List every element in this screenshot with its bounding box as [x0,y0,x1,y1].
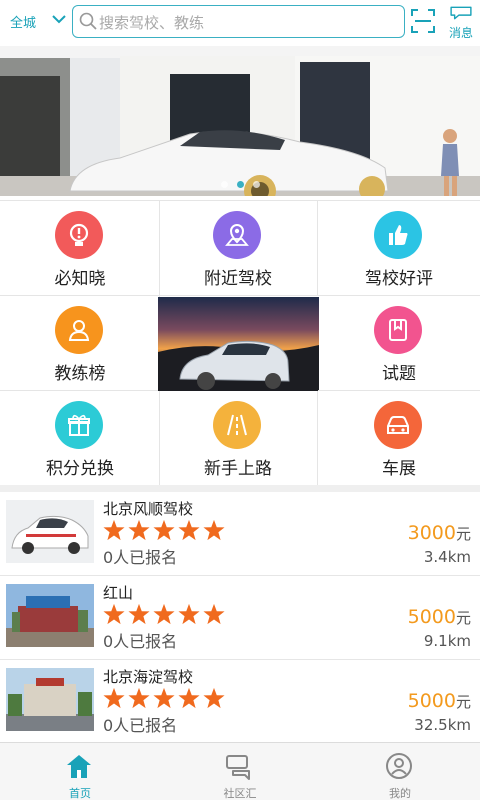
top-bar: 全城 搜索驾校、教练 消息 [0,0,480,44]
star-icon [178,687,200,709]
message-button[interactable]: 消息 [444,4,478,40]
banner-pagination [0,181,480,188]
grid-item-label: 附近驾校 [204,269,272,289]
list-item[interactable]: 北京海淀驾校 0人已报名 5000元 32.5km [0,660,480,744]
grid-item-school-reviews[interactable]: 驾校好评 [318,201,480,296]
school-name: 北京风顺驾校 [103,500,194,518]
distance: 9.1km [423,632,471,650]
star-icon [128,603,150,625]
star-icon [153,519,175,541]
star-icon [203,687,225,709]
map-pin-icon [213,211,261,259]
tab-label: 我的 [389,787,411,800]
list-item[interactable]: 红山 0人已报名 5000元 9.1km [0,576,480,660]
feature-grid: 必知晓 附近驾校 驾校好评 教练榜 试题 积分兑换 新手上路 车展 [0,200,480,486]
tab-label: 社区汇 [223,787,257,800]
book-icon [374,306,422,354]
star-icon [103,687,125,709]
car-icon [374,401,422,449]
school-thumbnail [6,668,94,731]
grid-item-label: 积分兑换 [46,459,114,479]
star-icon [153,687,175,709]
grid-item-label: 必知晓 [54,269,106,289]
profile-icon [386,753,412,779]
community-icon [226,755,250,780]
lightbulb-icon [55,211,103,259]
star-icon [103,519,125,541]
road-icon [213,401,261,449]
grid-item-new-driver[interactable]: 新手上路 [158,391,318,486]
grid-item-car-show[interactable]: 车展 [318,391,480,486]
star-icon [153,603,175,625]
search-icon [79,12,97,30]
pagination-dot[interactable] [252,181,260,188]
distance: 3.4km [423,548,471,566]
list-item[interactable]: 北京风顺驾校 0人已报名 3000元 3.4km [0,492,480,576]
price: 5000元 [407,606,471,628]
message-label: 消息 [448,26,473,40]
search-input[interactable]: 搜索驾校、教练 [99,12,204,33]
grid-item-coach-ranking[interactable]: 教练榜 [0,296,160,391]
home-icon [67,755,91,778]
search-box[interactable]: 搜索驾校、教练 [72,5,405,38]
star-icon [203,603,225,625]
tab-home[interactable]: 首页 [0,743,160,800]
banner-image [0,46,480,196]
pagination-dot[interactable] [220,181,228,188]
school-name: 红山 [103,584,134,602]
tab-community[interactable]: 社区汇 [160,743,320,800]
scan-icon[interactable] [410,8,436,34]
promo-banner[interactable] [0,46,480,196]
school-thumbnail [6,500,94,563]
person-icon [55,306,103,354]
school-name: 北京海淀驾校 [103,668,194,686]
distance: 32.5km [414,716,471,734]
chat-bubble-icon [450,6,472,20]
grid-item-points-exchange[interactable]: 积分兑换 [0,391,160,486]
bottom-tab-bar: 首页 社区汇 我的 [0,742,480,800]
rating-stars [103,603,225,625]
star-icon [103,603,125,625]
star-icon [203,519,225,541]
star-icon [178,519,200,541]
enrollment-count: 0人已报名 [103,632,178,651]
grid-item-must-know[interactable]: 必知晓 [0,201,160,296]
enrollment-count: 0人已报名 [103,548,178,567]
grid-item-nearby-schools[interactable]: 附近驾校 [158,201,318,296]
grid-item-label: 新手上路 [204,459,272,479]
city-selector[interactable]: 全城 [10,12,36,31]
star-icon [178,603,200,625]
grid-item-label: 教练榜 [54,364,106,384]
grid-item-test-questions[interactable]: 试题 [318,296,480,391]
grid-item-label: 驾校好评 [365,269,433,289]
grid-item-label: 试题 [382,364,416,384]
chevron-down-icon[interactable] [52,14,66,24]
star-icon [128,687,150,709]
price: 3000元 [407,522,471,544]
school-thumbnail [6,584,94,647]
price: 5000元 [407,690,471,712]
gift-icon [55,401,103,449]
pagination-dot-active[interactable] [236,181,244,188]
thumbs-up-icon [374,211,422,259]
section-divider [0,485,480,492]
star-icon [128,519,150,541]
grid-item-label: 车展 [382,459,416,479]
enrollment-count: 0人已报名 [103,716,178,735]
rating-stars [103,687,225,709]
promo-car-image[interactable] [158,297,319,391]
tab-profile[interactable]: 我的 [320,743,480,800]
tab-label: 首页 [69,787,91,800]
rating-stars [103,519,225,541]
